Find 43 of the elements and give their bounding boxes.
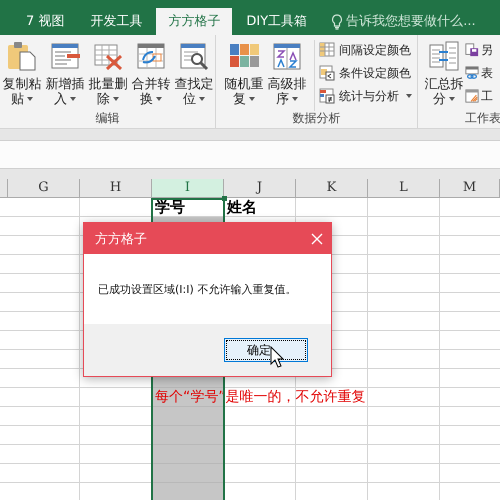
group-label: 数据分析 [292, 111, 342, 125]
ribbon-button[interactable]: 另 [465, 40, 493, 60]
table-link-icon [465, 66, 479, 80]
lightbulb-icon [331, 14, 344, 30]
ribbon-tab[interactable]: DIY工具箱 [234, 8, 320, 35]
split-documents-icon [428, 40, 460, 72]
dialog-title: 方方格子 [95, 230, 147, 248]
ribbon-button[interactable]: 合并转换 [131, 40, 171, 111]
ribbon-button[interactable]: 随机重复 [224, 40, 264, 111]
fill-handle[interactable] [222, 196, 227, 201]
ribbon-button[interactable]: 批量删除 [88, 40, 128, 111]
ribbon-tab[interactable]: 7 视图 [14, 8, 76, 35]
column-header[interactable]: K [296, 179, 368, 197]
ribbon-button[interactable]: 新增插入 [45, 40, 85, 111]
dialog-message: 已成功设置区域(I:I) 不允许输入重复值。 [98, 282, 296, 296]
ok-button[interactable]: 确定 [224, 338, 308, 362]
ribbon-button[interactable]: 工 [465, 86, 493, 106]
ribbon-button[interactable]: 查找定位 [174, 40, 214, 111]
ribbon-button[interactable]: 条件设定颜色 [319, 63, 412, 83]
save-as-icon [465, 43, 479, 57]
grid-icon [319, 42, 335, 58]
ribbon-button[interactable]: 复制粘贴 [2, 40, 42, 111]
ribbon-button[interactable]: 高级排序 [267, 40, 307, 111]
clipboard-icon [6, 40, 38, 72]
ribbon-tab[interactable]: 方方格子 [156, 8, 232, 35]
table-cell-text: 学号 [154, 198, 185, 217]
conditional-grid-icon [319, 65, 335, 81]
cursor-icon [270, 346, 284, 368]
search-field[interactable]: 告诉我您想要做什么... [346, 14, 496, 29]
column-header[interactable]: L [368, 179, 440, 197]
worksheet-icon [465, 89, 479, 103]
group-label: 编辑 [94, 111, 120, 125]
close-icon[interactable] [311, 232, 323, 244]
ribbon-tab[interactable]: 开发工具 [78, 8, 154, 35]
ribbon-button[interactable]: 汇总拆分 [424, 40, 464, 111]
ribbon-button[interactable]: 表 [465, 63, 493, 83]
ribbon-button[interactable]: 统计与分析 [319, 86, 412, 106]
column-header[interactable]: I [152, 179, 224, 197]
column-header[interactable]: G [8, 179, 80, 197]
statistics-icon [319, 88, 335, 104]
table-cell-text: 姓名 [226, 198, 257, 217]
ribbon-button[interactable]: 间隔设定颜色 [319, 40, 412, 60]
column-header[interactable]: M [440, 179, 500, 197]
